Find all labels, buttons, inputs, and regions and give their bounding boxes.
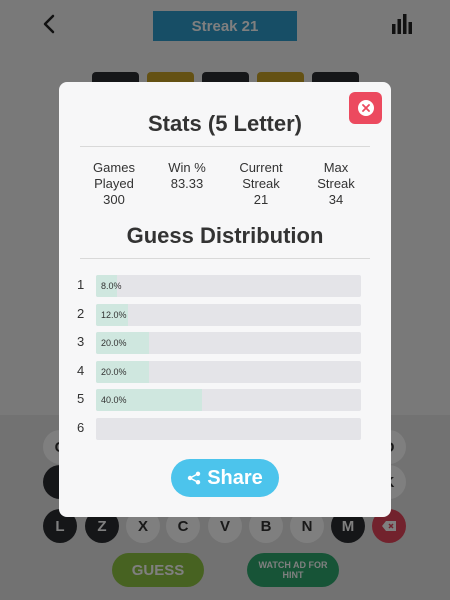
divider	[80, 258, 370, 259]
distribution-bar-track	[96, 417, 361, 440]
distribution-row: 5 40.0%	[77, 389, 361, 411]
stat-label: Streak	[317, 176, 355, 191]
stat-label: Current	[239, 160, 283, 175]
distribution-percent: 20.0%	[101, 338, 127, 348]
distribution-percent: 20.0%	[101, 366, 127, 377]
modal-title: Stats (5 Letter)	[147, 111, 303, 136]
divider	[80, 146, 370, 147]
guess-number: 1	[77, 277, 85, 292]
stat-current-streak: Current Streak 21	[221, 160, 301, 208]
share-label: Share	[207, 466, 263, 489]
distribution-row: 3 20.0%	[77, 332, 361, 354]
distribution-row: 6	[77, 417, 361, 440]
guess-number: 3	[77, 334, 85, 349]
stat-label: Win %	[168, 160, 206, 175]
guess-number: 5	[77, 391, 85, 406]
stat-value: 21	[253, 192, 269, 207]
stat-label: Played	[94, 176, 134, 191]
stat-label: Games	[93, 160, 135, 175]
stat-label: Max	[323, 160, 349, 175]
guess-number: 4	[77, 362, 85, 378]
distribution-row: 2 12.0%	[77, 303, 361, 326]
stats-modal: Stats (5 Letter) Games Played 300 Win % …	[59, 82, 391, 517]
distribution-row: 1 8.0%	[77, 275, 361, 297]
guess-number: 6	[77, 419, 85, 435]
distribution-row: 4 20.0%	[77, 360, 361, 383]
distribution-bar-track: 12.0%	[96, 303, 361, 326]
distribution-title: Guess Distribution	[126, 223, 324, 248]
distribution-percent: 8.0%	[101, 281, 122, 291]
share-button[interactable]: Share	[171, 459, 279, 497]
stat-win-percent: Win % 83.33	[147, 160, 227, 192]
distribution-percent: 40.0%	[101, 395, 127, 405]
distribution-bar-track: 40.0%	[96, 389, 361, 411]
stat-value: 34	[328, 192, 344, 207]
distribution-bar-track: 20.0%	[96, 332, 361, 354]
stat-max-streak: Max Streak 34	[296, 160, 376, 208]
distribution-percent: 12.0%	[101, 309, 127, 320]
distribution-bar-track: 8.0%	[96, 275, 361, 297]
distribution-bar-track: 20.0%	[96, 360, 361, 383]
stat-value: 83.33	[170, 176, 204, 191]
guess-number: 2	[77, 305, 85, 321]
stat-value: 300	[103, 192, 125, 207]
stat-games-played: Games Played 300	[74, 160, 154, 208]
share-icon	[188, 471, 201, 485]
stat-label: Streak	[242, 176, 280, 191]
